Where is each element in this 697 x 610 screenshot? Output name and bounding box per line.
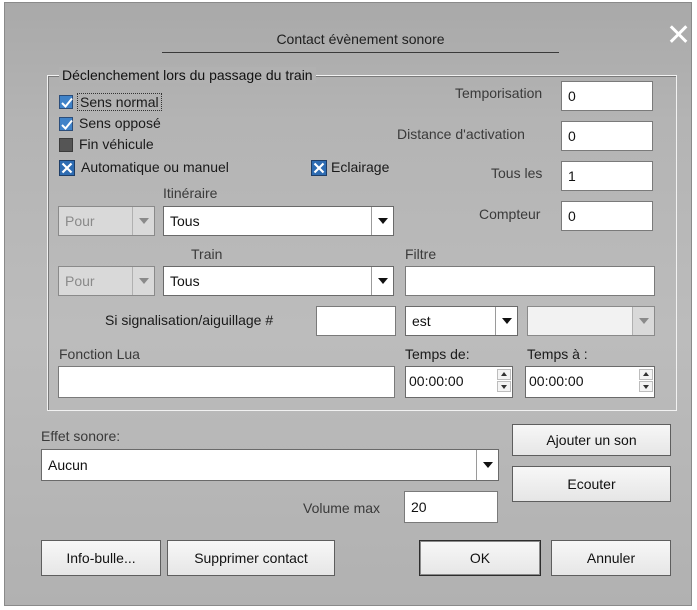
itineraire-qualifier-value: Pour xyxy=(65,213,95,229)
ok-button[interactable]: OK xyxy=(419,540,541,576)
chevron-down-icon[interactable] xyxy=(132,207,154,235)
temps-a-label: Temps à : xyxy=(527,346,588,362)
signalisation-operator-value: est xyxy=(412,313,431,329)
temporisation-input[interactable]: 0 xyxy=(561,81,653,111)
spin-down-icon[interactable] xyxy=(497,381,511,392)
signalisation-input[interactable] xyxy=(316,306,396,336)
temps-a-spinbox[interactable]: 00:00:00 xyxy=(525,366,655,398)
signalisation-label: Si signalisation/aiguillage # xyxy=(105,312,274,328)
distance-activation-label: Distance d'activation xyxy=(397,126,525,142)
train-qualifier-value: Pour xyxy=(65,273,95,289)
effet-sonore-value: Aucun xyxy=(48,457,88,473)
effet-sonore-select[interactable]: Aucun xyxy=(41,449,499,481)
sens-normal-label: Sens normal xyxy=(77,93,162,111)
volume-max-input[interactable]: 20 xyxy=(404,491,498,523)
fin-vehicule-label: Fin véhicule xyxy=(79,136,154,152)
eclairage-checkbox[interactable] xyxy=(311,160,327,176)
sens-normal-checkbox[interactable] xyxy=(59,95,73,109)
temporisation-label: Temporisation xyxy=(455,85,543,101)
temps-de-spinbox[interactable]: 00:00:00 xyxy=(405,366,513,398)
fin-vehicule-checkbox[interactable] xyxy=(59,138,73,152)
fonction-lua-label: Fonction Lua xyxy=(59,346,140,362)
fonction-lua-input[interactable] xyxy=(58,366,395,398)
contact-sound-dialog: Contact évènement sonore ✕ Déclenchement… xyxy=(4,2,692,606)
compteur-label: Compteur xyxy=(479,206,541,222)
annuler-button[interactable]: Annuler xyxy=(551,540,671,576)
cross-icon xyxy=(313,162,325,174)
itineraire-qualifier-select[interactable]: Pour xyxy=(58,206,155,236)
tous-les-input[interactable]: 1 xyxy=(561,161,653,191)
temps-de-label: Temps de: xyxy=(405,346,470,362)
effet-sonore-label: Effet sonore: xyxy=(41,428,121,444)
chevron-down-icon[interactable] xyxy=(476,450,498,480)
title-underline xyxy=(162,52,559,53)
spin-down-icon[interactable] xyxy=(639,381,653,392)
check-icon xyxy=(61,119,73,130)
signalisation-operator-select[interactable]: est xyxy=(405,306,518,336)
filtre-label: Filtre xyxy=(405,246,437,262)
train-label: Train xyxy=(191,246,223,262)
automatique-manuel-label: Automatique ou manuel xyxy=(81,159,229,175)
sens-oppose-checkbox[interactable] xyxy=(59,117,73,131)
filtre-input[interactable] xyxy=(405,266,655,296)
chevron-down-icon[interactable] xyxy=(495,307,517,335)
train-select[interactable]: Tous xyxy=(163,266,394,296)
chevron-down-icon[interactable] xyxy=(632,307,654,335)
info-bulle-button[interactable]: Info-bulle... xyxy=(41,540,161,576)
train-value: Tous xyxy=(170,273,200,289)
itineraire-select[interactable]: Tous xyxy=(163,206,394,236)
distance-activation-input[interactable]: 0 xyxy=(561,121,653,151)
chevron-down-icon[interactable] xyxy=(371,267,393,295)
trigger-group-legend: Déclenchement lors du passage du train xyxy=(59,67,316,83)
supprimer-contact-button[interactable]: Supprimer contact xyxy=(167,540,335,576)
spin-up-icon[interactable] xyxy=(497,369,511,380)
chevron-down-icon[interactable] xyxy=(371,207,393,235)
ecouter-button[interactable]: Ecouter xyxy=(512,466,671,502)
train-qualifier-select[interactable]: Pour xyxy=(58,266,155,296)
close-icon[interactable]: ✕ xyxy=(666,21,691,51)
spin-up-icon[interactable] xyxy=(639,369,653,380)
temps-a-value: 00:00:00 xyxy=(529,373,584,389)
check-icon xyxy=(61,97,73,108)
itineraire-value: Tous xyxy=(170,213,200,229)
temps-de-value: 00:00:00 xyxy=(409,373,464,389)
chevron-down-icon[interactable] xyxy=(132,267,154,295)
sens-oppose-label: Sens opposé xyxy=(79,115,161,131)
ajouter-son-button[interactable]: Ajouter un son xyxy=(512,424,671,456)
volume-max-label: Volume max xyxy=(303,500,381,516)
eclairage-label: Eclairage xyxy=(331,159,390,175)
tous-les-label: Tous les xyxy=(491,165,543,181)
compteur-input[interactable]: 0 xyxy=(561,201,653,231)
itineraire-label: Itinéraire xyxy=(163,185,218,201)
cross-icon xyxy=(61,162,73,174)
dialog-title: Contact évènement sonore xyxy=(276,31,445,47)
automatique-manuel-checkbox[interactable] xyxy=(59,160,75,176)
signalisation-target-select[interactable] xyxy=(527,306,655,336)
